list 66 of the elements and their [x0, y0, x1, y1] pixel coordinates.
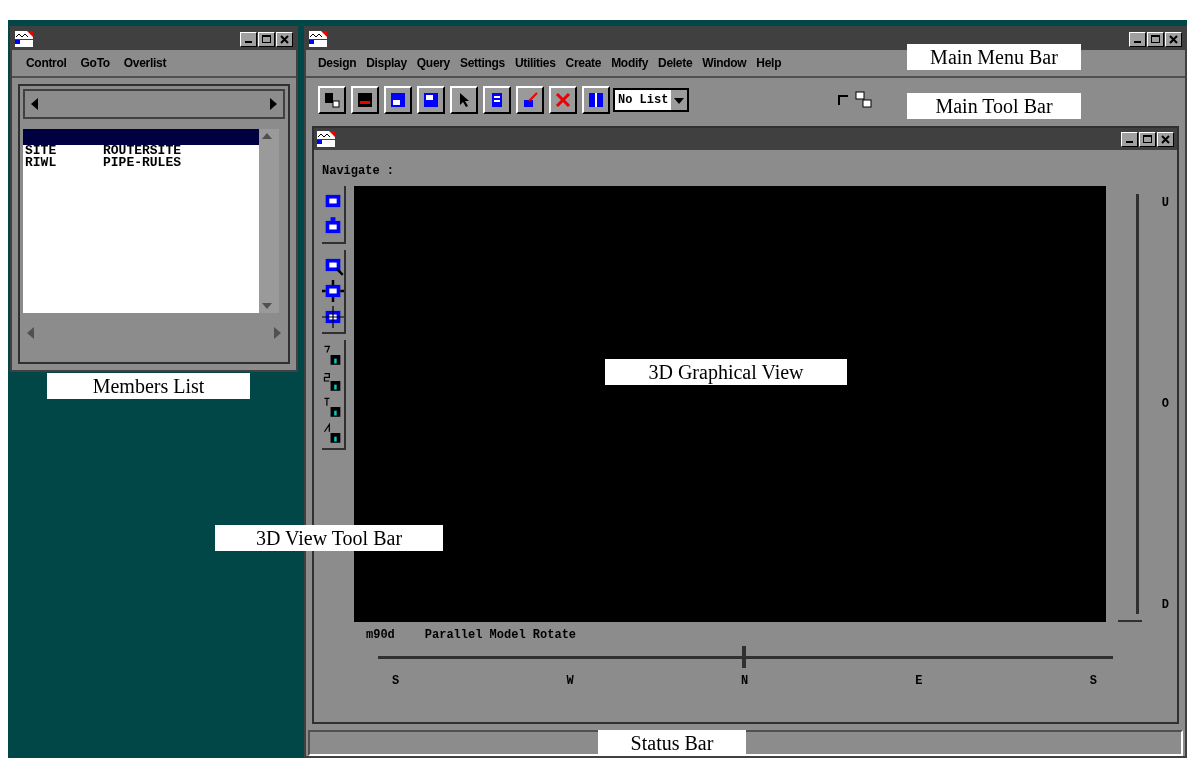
- minimize-button[interactable]: [1121, 131, 1138, 147]
- annotation-label: 3D Graphical View: [605, 359, 847, 385]
- annotation-label: Status Bar: [598, 730, 746, 756]
- navigate-label: Navigate :: [321, 163, 395, 180]
- close-icon: [280, 34, 289, 44]
- menu-item[interactable]: Overlist: [123, 54, 167, 72]
- pointer-icon[interactable]: [450, 86, 478, 114]
- close-button[interactable]: [276, 31, 293, 47]
- maximize-button[interactable]: [258, 31, 275, 47]
- pan-icon[interactable]: [322, 280, 344, 302]
- menu-item[interactable]: Control: [26, 54, 67, 72]
- window-icon[interactable]: [384, 86, 412, 114]
- list-cell-text: SITE: [24, 145, 58, 157]
- menu-item[interactable]: Settings: [460, 54, 505, 72]
- app-logo-icon: [15, 31, 33, 47]
- bearing-label: E: [915, 673, 923, 690]
- view-code-text: m90d: [366, 627, 395, 644]
- pencil-icon[interactable]: [516, 86, 544, 114]
- menu-item[interactable]: GoTo: [80, 54, 110, 72]
- elevation-label: O: [1161, 396, 1169, 413]
- menu-item[interactable]: Query: [416, 54, 450, 72]
- app-logo-icon: [309, 31, 327, 47]
- maximize-button[interactable]: [1147, 31, 1164, 47]
- minimize-button[interactable]: [1129, 31, 1146, 47]
- list-dropdown[interactable]: No List: [613, 88, 690, 112]
- close-icon: [1169, 34, 1178, 44]
- close-button[interactable]: [1157, 131, 1174, 147]
- elevation-label: D: [1161, 597, 1169, 614]
- bearing-label: W: [566, 673, 574, 690]
- app-logo-icon: [317, 131, 335, 147]
- bearing-label: S: [1089, 673, 1097, 690]
- close-icon: [1161, 134, 1170, 144]
- close-button[interactable]: [1165, 31, 1182, 47]
- annotation-label: Main Menu Bar: [907, 44, 1081, 70]
- menu-item[interactable]: Design: [318, 54, 357, 72]
- menu-item[interactable]: Display: [366, 54, 407, 72]
- horizontal-scrollbar[interactable]: [23, 89, 285, 119]
- right-arrow-icon[interactable]: [270, 98, 277, 110]
- annotation-label: Main Tool Bar: [907, 93, 1081, 119]
- menu-item[interactable]: Delete: [658, 54, 693, 72]
- menu-item[interactable]: Window: [702, 54, 747, 72]
- list-cell: PIPE-RULES: [103, 157, 181, 169]
- bearing-slider[interactable]: [378, 646, 1113, 668]
- left-arrow-icon[interactable]: [31, 98, 38, 110]
- window-icon[interactable]: [417, 86, 445, 114]
- list-cell: ROUTERSITE: [103, 145, 181, 157]
- menu-item[interactable]: Modify: [611, 54, 649, 72]
- minimize-button[interactable]: [240, 31, 257, 47]
- bearing-label: S: [392, 673, 400, 690]
- annotation-label: 3D View Tool Bar: [215, 525, 443, 551]
- bearing-label: N: [740, 673, 749, 690]
- maximize-button[interactable]: [1139, 131, 1156, 147]
- elevation-slider[interactable]: [1117, 194, 1142, 622]
- elevation-label: U: [1161, 195, 1169, 212]
- view-mode-text: Parallel Model Rotate: [424, 627, 577, 644]
- list-cell-text: RIWL: [24, 157, 58, 169]
- delete-icon[interactable]: [549, 86, 577, 114]
- columns-icon[interactable]: [582, 86, 610, 114]
- annotation-label: Members List: [47, 373, 250, 399]
- menu-item[interactable]: Help: [756, 54, 782, 72]
- slider-thumb[interactable]: [741, 646, 746, 668]
- vertical-scrollbar[interactable]: [259, 129, 279, 313]
- menu-item[interactable]: Create: [565, 54, 602, 72]
- document-icon[interactable]: [483, 86, 511, 114]
- checkbox[interactable]: [838, 95, 848, 105]
- menu-item[interactable]: Utilities: [514, 54, 556, 72]
